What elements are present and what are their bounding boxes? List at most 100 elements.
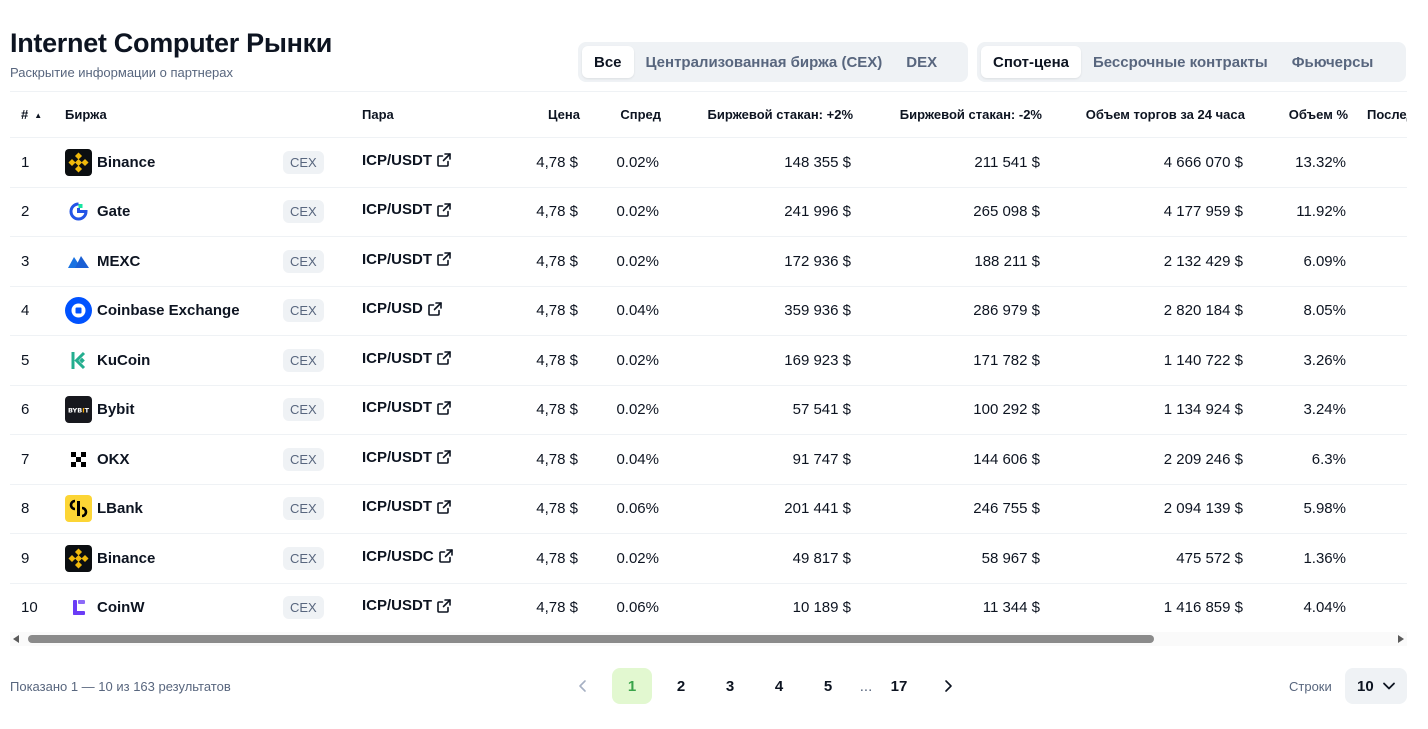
table-row[interactable]: 4 Coinbase Exchange CEX ICP/USD 4,78 $0.04% 3… <box>10 286 1407 336</box>
table-row[interactable]: 3 MEXC CEX ICP/USDT 4,78 $0.02% 172 936 $188 … <box>10 236 1407 287</box>
pair-cell[interactable]: ICP/USDT <box>362 137 462 188</box>
table-row[interactable]: 6 BYBIT Bybit CEX ICP/USDT 4,78 $0.02% 57 541 … <box>10 385 1407 435</box>
col-depth-minus-header[interactable]: Биржевой стакан: -2% <box>861 91 1050 138</box>
last-updated-cell <box>1356 533 1407 584</box>
exchange-cell[interactable]: Binance <box>65 137 283 188</box>
page-button-5[interactable]: 5 <box>808 668 848 704</box>
pair-cell[interactable]: ICP/USDT <box>362 434 462 485</box>
next-page-button[interactable] <box>928 668 968 704</box>
pair-link[interactable]: ICP/USDT <box>362 201 452 218</box>
col-volume-header[interactable]: Объем торгов за 24 часа <box>1050 91 1253 138</box>
exchange-cell[interactable]: Binance <box>65 533 283 584</box>
pair-link[interactable]: ICP/USDT <box>362 350 452 367</box>
exchange-name[interactable]: LBank <box>97 500 143 517</box>
col-price-header[interactable]: Цена <box>462 91 588 138</box>
exchange-name[interactable]: MEXC <box>97 253 140 270</box>
scroll-right-arrow-icon[interactable] <box>1398 635 1404 643</box>
page-button-2[interactable]: 2 <box>661 668 701 704</box>
exchange-cell[interactable]: Coinbase Exchange <box>65 286 283 336</box>
pair-cell[interactable]: ICP/USDT <box>362 187 462 237</box>
external-link-icon <box>436 152 452 168</box>
rows-per-page-select[interactable]: 10 <box>1345 668 1407 704</box>
type-cell: CEX <box>283 187 362 237</box>
table-row[interactable]: 8 LBank CEX ICP/USDT 4,78 $0.06% 201 441 $246… <box>10 484 1407 534</box>
col-depth-plus-header[interactable]: Биржевой стакан: +2% <box>669 91 861 138</box>
pair-cell[interactable]: ICP/USD <box>362 286 462 336</box>
filter-futures[interactable]: Фьючерсы <box>1280 46 1386 78</box>
exchange-name[interactable]: OKX <box>97 451 130 468</box>
pair-cell[interactable]: ICP/USDT <box>362 583 462 632</box>
pair-cell[interactable]: ICP/USDT <box>362 236 462 287</box>
rank-cell: 1 <box>10 137 65 188</box>
rank-cell: 9 <box>10 533 65 584</box>
rank-cell: 6 <box>10 385 65 435</box>
pair-link[interactable]: ICP/USDT <box>362 498 452 515</box>
table-row[interactable]: 7 OKX CEX ICP/USDT 4,78 $0.04% 91 747 $144 60… <box>10 434 1407 485</box>
scroll-left-arrow-icon[interactable] <box>13 635 19 643</box>
external-link-icon <box>436 400 452 416</box>
pair-link[interactable]: ICP/USD <box>362 300 443 317</box>
exchange-cell[interactable]: Gate <box>65 187 283 237</box>
table-row[interactable]: 9 Binance CEX ICP/USDC 4,78 $0.02% 49 817 $58… <box>10 533 1407 584</box>
page-button-17[interactable]: 17 <box>879 668 919 704</box>
pair-cell[interactable]: ICP/USDT <box>362 335 462 386</box>
scrollbar-thumb[interactable] <box>28 635 1154 643</box>
table-row[interactable]: 2 Gate CEX ICP/USDT 4,78 $0.02% 241 996 $265 … <box>10 187 1407 237</box>
exchange-cell[interactable]: CoinW <box>65 583 283 632</box>
col-last-updated-header[interactable]: Последнее об <box>1356 91 1407 138</box>
exchange-cell[interactable]: KuCoin <box>65 335 283 386</box>
rows-per-page-value: 10 <box>1357 677 1374 695</box>
depth-plus-cell: 49 817 $ <box>669 533 861 584</box>
volume-cell: 4 666 070 $ <box>1050 137 1253 188</box>
svg-text:BYBIT: BYBIT <box>68 407 90 415</box>
exchange-cell[interactable]: BYBIT Bybit <box>65 385 283 435</box>
exchange-cell[interactable]: MEXC <box>65 236 283 287</box>
page-button-3[interactable]: 3 <box>710 668 750 704</box>
filter-cex[interactable]: Централизованная биржа (CEX) <box>634 46 895 78</box>
filter-perpetual[interactable]: Бессрочные контракты <box>1081 46 1280 78</box>
exchange-name[interactable]: Bybit <box>97 401 135 418</box>
pair-cell[interactable]: ICP/USDT <box>362 385 462 435</box>
last-updated-cell <box>1356 434 1407 485</box>
exchange-name[interactable]: CoinW <box>97 599 144 616</box>
table-row[interactable]: 10 CoinW CEX ICP/USDT 4,78 $0.06% 10 189 $11 … <box>10 583 1407 632</box>
binance-logo <box>65 148 92 176</box>
volume-cell: 1 416 859 $ <box>1050 583 1253 632</box>
pair-cell[interactable]: ICP/USDT <box>362 484 462 534</box>
exchange-name[interactable]: KuCoin <box>97 352 150 369</box>
exchange-name[interactable]: Binance <box>97 154 155 171</box>
pair-cell[interactable]: ICP/USDC <box>362 533 462 584</box>
price-cell: 4,78 $ <box>462 484 588 534</box>
external-link-icon <box>436 449 452 465</box>
partner-disclosure-link[interactable]: Раскрытие информации о партнерах <box>10 65 233 80</box>
col-pair-header[interactable]: Пара <box>362 91 462 138</box>
pair-link[interactable]: ICP/USDT <box>362 251 452 268</box>
exchange-cell[interactable]: OKX <box>65 434 283 485</box>
filter-all[interactable]: Все <box>582 46 634 78</box>
table-row[interactable]: 1 Binance CEX ICP/USDT 4,78 $0.02% 148 355 $2… <box>10 137 1407 188</box>
pair-link[interactable]: ICP/USDT <box>362 449 452 466</box>
exchange-name[interactable]: Binance <box>97 550 155 567</box>
col-spread-header[interactable]: Спред <box>588 91 669 138</box>
col-rank-header[interactable]: # ▲ <box>10 91 65 138</box>
table-row[interactable]: 5 KuCoin CEX ICP/USDT 4,78 $0.02% 169 923 $17… <box>10 335 1407 386</box>
pair-link[interactable]: ICP/USDT <box>362 597 452 614</box>
col-exchange-header[interactable]: Биржа <box>65 91 283 138</box>
exchange-type-badge: CEX <box>283 249 324 273</box>
col-volume-pct-header[interactable]: Объем % <box>1253 91 1356 138</box>
last-updated-cell <box>1356 137 1407 188</box>
pair-link[interactable]: ICP/USDT <box>362 399 452 416</box>
prev-page-button[interactable] <box>563 668 603 704</box>
page-button-1[interactable]: 1 <box>612 668 652 704</box>
filter-dex[interactable]: DEX <box>894 46 949 78</box>
filter-spot[interactable]: Спот-цена <box>981 46 1081 78</box>
exchange-cell[interactable]: LBank <box>65 484 283 534</box>
pair-link[interactable]: ICP/USDT <box>362 152 452 169</box>
page-button-4[interactable]: 4 <box>759 668 799 704</box>
pair-link[interactable]: ICP/USDC <box>362 548 454 565</box>
spread-cell: 0.02% <box>588 335 669 386</box>
exchange-name[interactable]: Coinbase Exchange <box>97 302 240 319</box>
exchange-name[interactable]: Gate <box>97 203 130 220</box>
horizontal-scrollbar[interactable] <box>10 632 1407 646</box>
lbank-logo <box>65 495 92 523</box>
